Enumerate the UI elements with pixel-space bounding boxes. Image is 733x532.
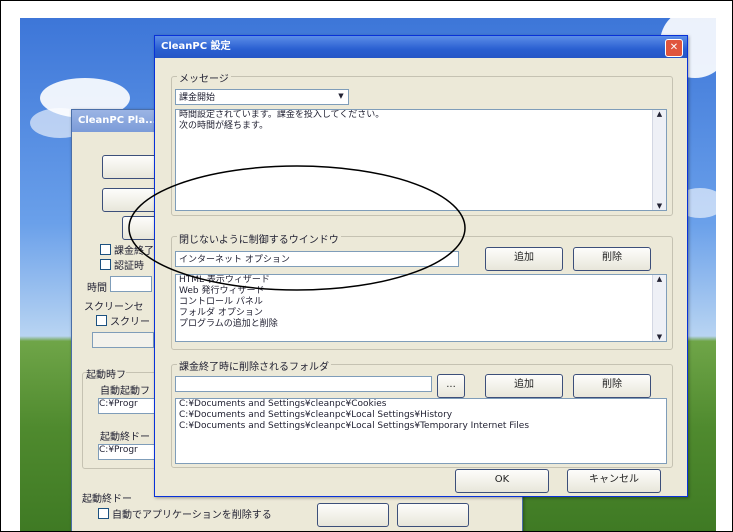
annotation-ellipse (128, 165, 466, 291)
annotation-ellipse-shape (128, 165, 466, 291)
screenshot-frame: CleanPC Pla... 課金終了 認証時 時間 スクリーンセ スクリー 起… (0, 0, 733, 532)
